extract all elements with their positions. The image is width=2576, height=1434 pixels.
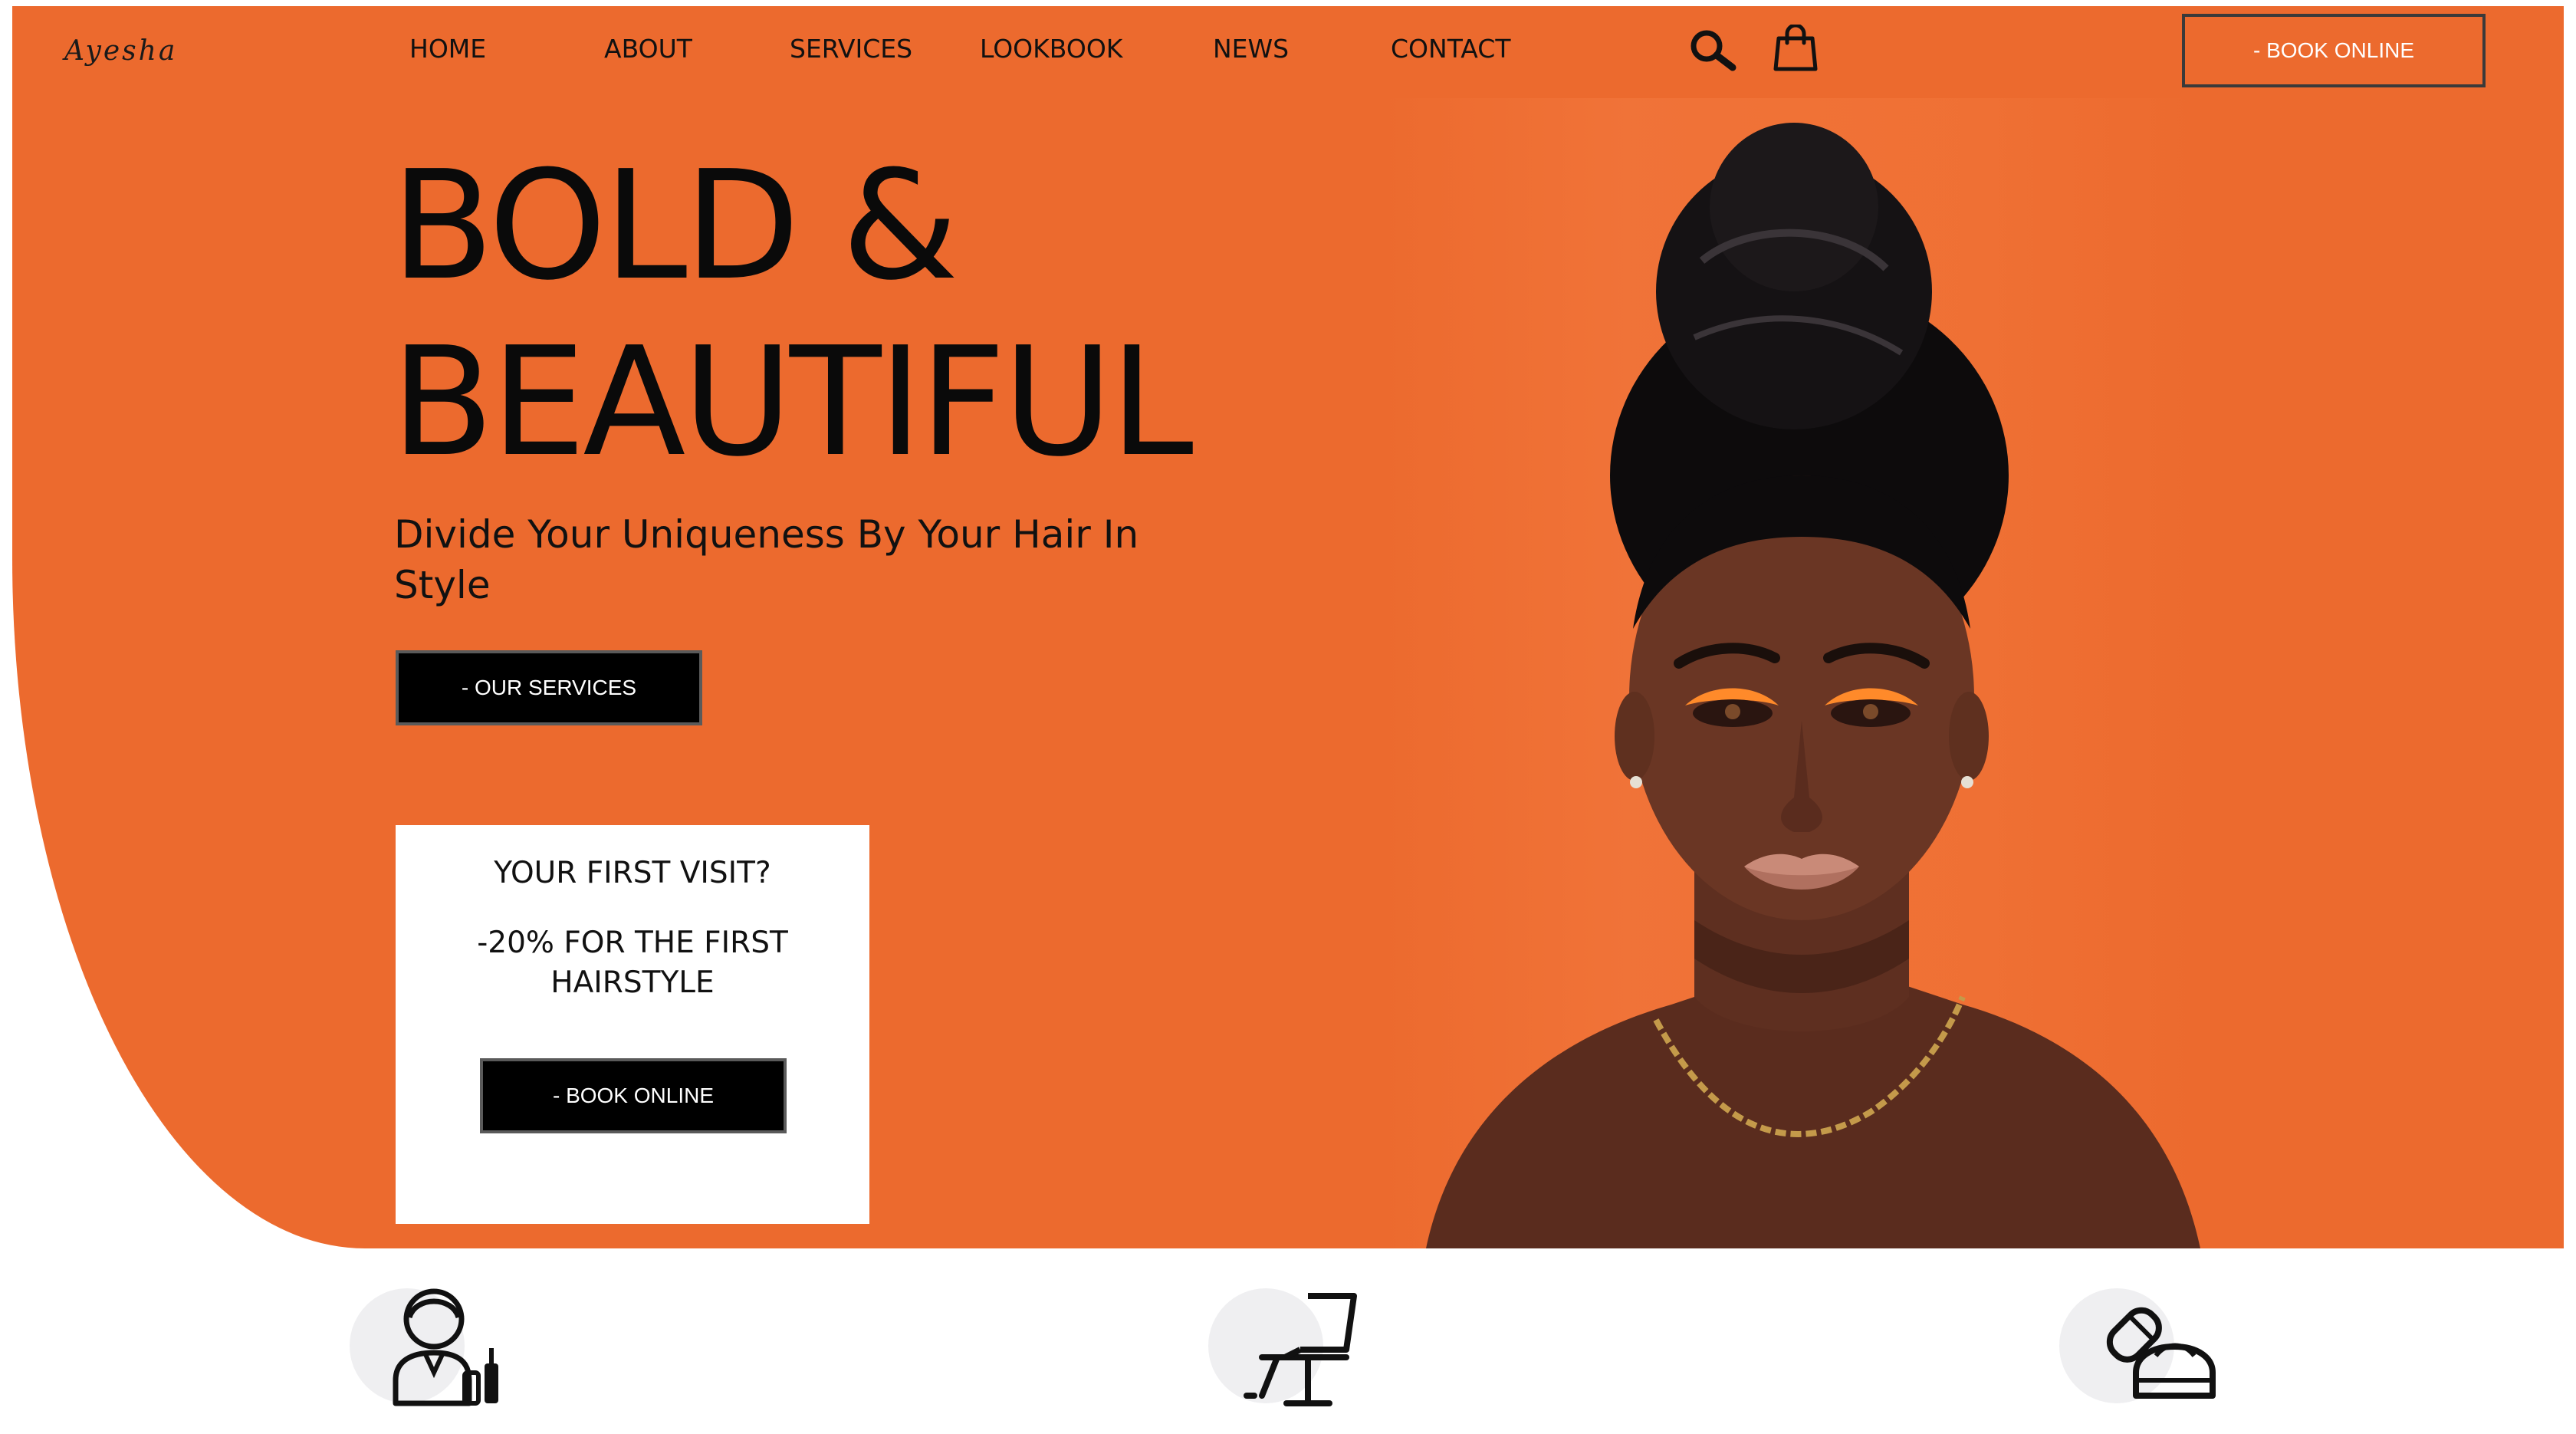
promo-offer: -20% FOR THE FIRST HAIRSTYLE xyxy=(477,926,788,1000)
feature-hair-products xyxy=(2059,1273,2228,1426)
first-visit-card: YOUR FIRST VISIT? -20% FOR THE FIRST HAI… xyxy=(396,825,869,1224)
shopping-bag-icon[interactable] xyxy=(1773,23,1819,75)
nav-item-about[interactable]: ABOUT xyxy=(604,34,692,64)
hero-title-line-1: BOLD & xyxy=(391,139,959,314)
feature-stylist xyxy=(350,1273,518,1426)
hero-subtitle: Divide Your Uniqueness By Your Hair In S… xyxy=(394,512,1139,607)
our-services-button[interactable]: - OUR SERVICES xyxy=(396,650,702,725)
promo-title: YOUR FIRST VISIT? xyxy=(494,856,771,890)
hair-products-icon xyxy=(2106,1307,2216,1399)
feature-salon-chair xyxy=(1208,1273,1377,1426)
nav-item-home[interactable]: HOME xyxy=(409,34,486,64)
hero-title-line-2: BEAUTIFUL xyxy=(391,315,1194,490)
logo[interactable]: Ayesha xyxy=(64,35,177,67)
portrait-photo xyxy=(1426,123,2200,1248)
book-online-button[interactable]: - BOOK ONLINE xyxy=(2182,14,2486,87)
nav-item-contact[interactable]: CONTACT xyxy=(1391,34,1511,64)
nav-item-services[interactable]: SERVICES xyxy=(790,34,912,64)
search-icon[interactable] xyxy=(1687,26,1740,75)
nav-item-lookbook[interactable]: LOOKBOOK xyxy=(980,34,1122,64)
hero-title: BOLD & BEAUTIFUL xyxy=(391,138,1194,491)
stylist-icon xyxy=(393,1288,498,1406)
salon-chair-icon xyxy=(1244,1293,1357,1406)
nav-item-news[interactable]: NEWS xyxy=(1213,34,1289,64)
page: Ayesha HOME ABOUT SERVICES LOOKBOOK NEWS… xyxy=(0,0,2576,1434)
promo-book-online-button[interactable]: - BOOK ONLINE xyxy=(480,1058,787,1133)
